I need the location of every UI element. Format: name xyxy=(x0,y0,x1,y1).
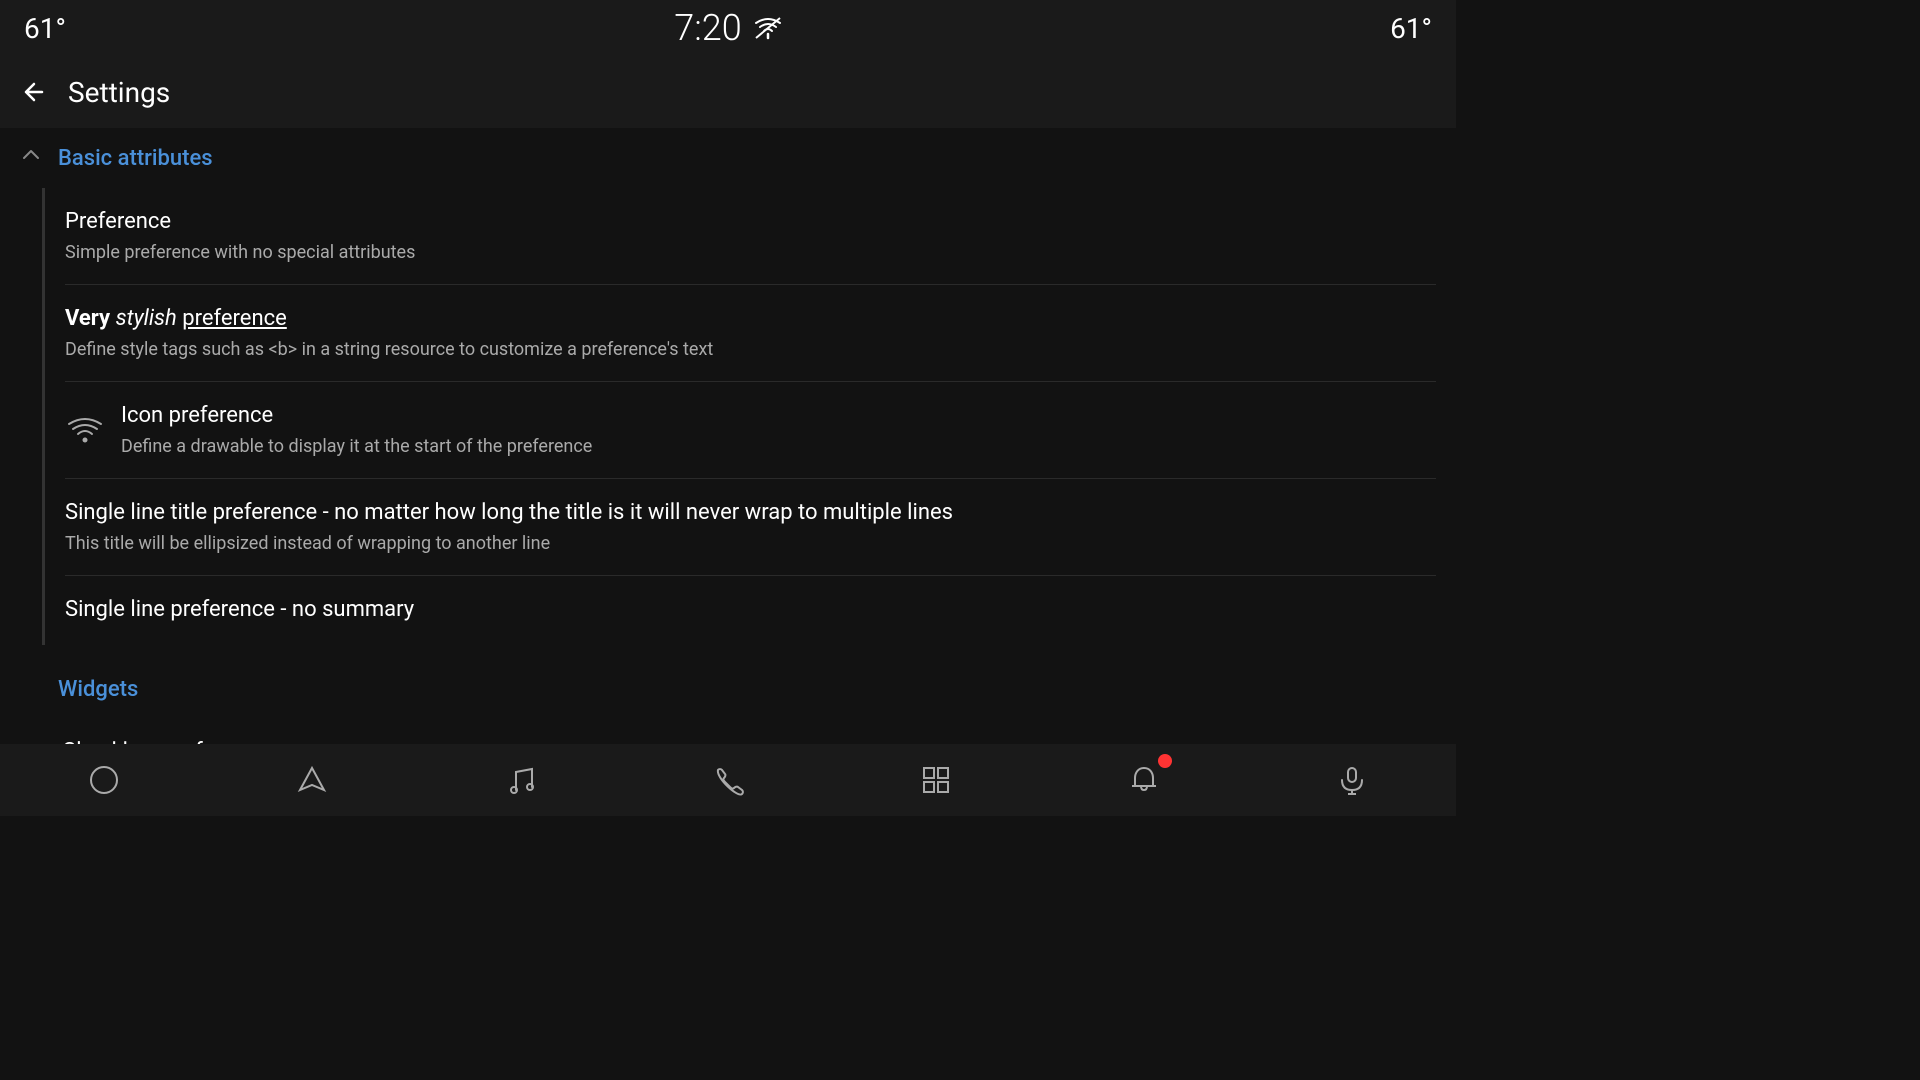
status-time: 7:20 xyxy=(674,7,741,49)
pref-text-singleline: Single line title preference - no matter… xyxy=(65,499,1436,555)
list-item[interactable]: Single line title preference - no matter… xyxy=(45,479,1456,575)
pref-title-icon: Icon preference xyxy=(121,402,1436,431)
chevron-up-icon[interactable] xyxy=(20,144,42,172)
page-title: Settings xyxy=(68,76,170,109)
title-italic-part: stylish xyxy=(116,306,183,331)
wifi-pref-icon xyxy=(65,410,105,450)
pref-summary-singleline: This title will be ellipsized instead of… xyxy=(65,532,1436,555)
list-item[interactable]: Icon preference Define a drawable to dis… xyxy=(45,382,1456,478)
pref-text-stylish: Very stylish preference Define style tag… xyxy=(65,305,1436,361)
nav-apps[interactable] xyxy=(896,744,976,816)
pref-summary-icon: Define a drawable to display it at the s… xyxy=(121,435,1436,458)
temp-right: 61° xyxy=(1390,12,1432,45)
pref-text-nosummary: Single line preference - no summary xyxy=(65,596,1436,625)
section-title-basic: Basic attributes xyxy=(58,146,213,171)
section-title-widgets: Widgets xyxy=(58,677,138,702)
status-center: 7:20 xyxy=(674,7,781,49)
wifi-icon xyxy=(754,16,782,40)
pref-summary-stylish: Define style tags such as <b> in a strin… xyxy=(65,338,1436,361)
temp-left: 61° xyxy=(24,12,66,45)
pref-text-icon: Icon preference Define a drawable to dis… xyxy=(121,402,1436,458)
bottom-nav xyxy=(0,744,1456,816)
app-bar: Settings xyxy=(0,56,1456,128)
settings-content: Basic attributes Preference Simple prefe… xyxy=(0,128,1456,744)
pref-title-singleline: Single line title preference - no matter… xyxy=(65,499,1436,528)
back-button[interactable] xyxy=(20,78,48,106)
nav-microphone[interactable] xyxy=(1312,744,1392,816)
pref-title-nosummary: Single line preference - no summary xyxy=(65,596,1436,625)
nav-home[interactable] xyxy=(64,744,144,816)
section-widgets[interactable]: Widgets xyxy=(0,661,1456,718)
nav-navigation[interactable] xyxy=(272,744,352,816)
pref-title-stylish: Very stylish preference xyxy=(65,305,1436,334)
pref-text-preference: Preference Simple preference with no spe… xyxy=(65,208,1436,264)
nav-music[interactable] xyxy=(480,744,560,816)
notification-badge xyxy=(1158,754,1172,768)
list-item[interactable]: Single line preference - no summary xyxy=(45,576,1456,645)
pref-summary: Simple preference with no special attrib… xyxy=(65,241,1436,264)
nav-phone[interactable] xyxy=(688,744,768,816)
section-basic-attributes[interactable]: Basic attributes xyxy=(0,128,1456,188)
title-bold-part: Very xyxy=(65,306,116,331)
title-underline-part: preference xyxy=(182,306,287,331)
status-bar: 61° 7:20 61° xyxy=(0,0,1456,56)
list-item[interactable]: Preference Simple preference with no spe… xyxy=(45,188,1456,284)
nav-notifications[interactable] xyxy=(1104,744,1184,816)
list-item[interactable]: Checkbox preference Tap anywhere in this… xyxy=(42,718,1456,744)
pref-title: Preference xyxy=(65,208,1436,237)
list-item[interactable]: Very stylish preference Define style tag… xyxy=(45,285,1456,381)
